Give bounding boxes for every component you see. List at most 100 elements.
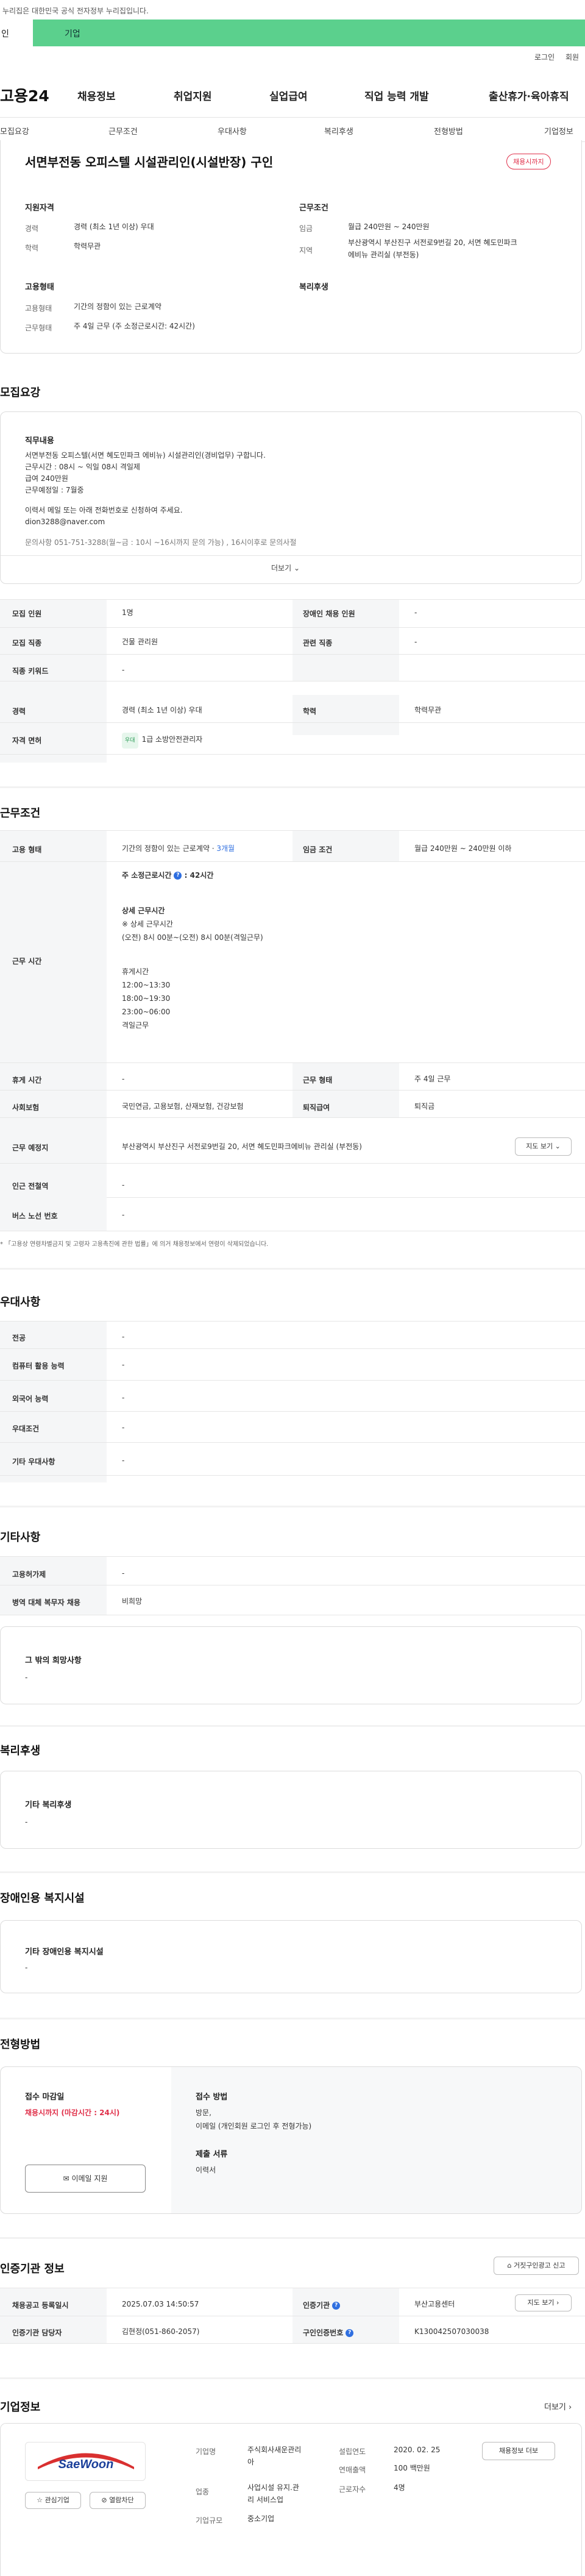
- user-type-tabbar: 인 기업: [0, 20, 585, 46]
- company-name-value-2: 아: [247, 2458, 255, 2466]
- selection-card: 접수 마감일 채용시까지 (마감시간 : 24시) ✉ 이메일 지원 접수 방법…: [0, 2066, 582, 2214]
- deadline-title: 접수 마감일: [25, 2093, 65, 2102]
- map-button[interactable]: 지도 보기 ⌄: [515, 1137, 572, 1156]
- home-icon: ⌂: [507, 2261, 512, 2269]
- industry-label: 업종: [196, 2488, 210, 2496]
- th-disabled-headcount: 장애인 채용 인원: [303, 610, 355, 618]
- chevron-down-icon: ⌄: [293, 564, 300, 572]
- mail-icon: ✉: [63, 2174, 69, 2183]
- td-career: 경력 (최소 1년 이상) 우대: [122, 706, 202, 714]
- company-name-label: 기업명: [196, 2447, 216, 2456]
- td-disabled-headcount: -: [414, 608, 417, 617]
- info-icon[interactable]: ?: [332, 2302, 341, 2310]
- favorite-company-button[interactable]: ☆ 관심기업: [25, 2492, 81, 2509]
- hours-line-1: ※ 상세 근무시간: [122, 920, 173, 928]
- gnb-item-jobs[interactable]: 채용정보: [77, 88, 116, 103]
- chevron-down-icon: ⌄: [555, 1142, 561, 1150]
- section-workcond: 근무조건: [0, 807, 41, 820]
- tab-personal[interactable]: 인: [0, 20, 33, 46]
- org-label: 인증기관: [303, 2301, 330, 2310]
- section-auth: 인증기관 정보: [0, 2263, 65, 2275]
- td-permit: -: [122, 1569, 125, 1578]
- worktype-value: 주 4일 근무 (주 소정근로시간: 42시간): [74, 322, 195, 330]
- join-link[interactable]: 회원: [566, 52, 579, 62]
- other-wish-card: 그 밖의 희망사항 -: [0, 1626, 582, 1704]
- th-reg-date: 채용공고 등록일시: [12, 2301, 69, 2310]
- duty-line-6: dion3288@naver.com: [25, 518, 105, 526]
- hours-line-5: 12:00~13:30: [122, 981, 171, 989]
- email-apply-button[interactable]: ✉ 이메일 지원: [25, 2165, 146, 2193]
- welfare-card: 기타 복리후생 -: [0, 1771, 582, 1849]
- td-job-type: 건물 관리원: [122, 638, 158, 646]
- th-bus: 버스 노선 번호: [12, 1212, 58, 1220]
- th-subway-2: 인근 전철역: [12, 1182, 49, 1190]
- site-logo[interactable]: 고용24: [0, 84, 49, 106]
- deadline-badge: 채용시까지: [506, 154, 551, 169]
- snb-company[interactable]: 기업정보: [544, 125, 573, 137]
- duty-more-button[interactable]: 더보기 ⌄: [271, 563, 300, 573]
- contract-period-link[interactable]: 3개월: [216, 844, 235, 853]
- th-emptype: 고용 형태: [12, 845, 42, 854]
- snb-pref[interactable]: 우대사항: [218, 125, 247, 137]
- td-pref-cond: -: [122, 1423, 125, 1432]
- qual-title: 지원자격: [25, 204, 54, 213]
- career-label: 경력: [25, 224, 39, 233]
- edu-value: 학력무관: [74, 242, 101, 251]
- company-more-link[interactable]: 더보기 ›: [544, 2400, 572, 2412]
- hours-line-4: 휴게시간: [122, 967, 149, 976]
- block-view-button[interactable]: ⊘ 열람차단: [90, 2492, 146, 2509]
- map-button-label: 지도 보기: [526, 1142, 553, 1150]
- snb-selection[interactable]: 전형방법: [434, 125, 463, 137]
- disabled-card: 기타 장애인용 복지시설 -: [0, 1920, 582, 1993]
- section-recruit: 모집요강: [0, 386, 41, 399]
- td-reg-date: 2025.07.03 14:50:57: [122, 2300, 199, 2308]
- company-jobs-button[interactable]: 채용정보 더보: [482, 2442, 555, 2460]
- duty-line-3: 근무예정일 : 7월중: [25, 486, 84, 494]
- th-org: 인증기관?: [303, 2300, 341, 2310]
- td-pref-other: -: [122, 1456, 125, 1465]
- gnb-item-unemployment[interactable]: 실업급여: [269, 88, 308, 103]
- false-ad-report-button[interactable]: ⌂ 거짓구인광고 신고: [494, 2257, 579, 2275]
- org-map-button[interactable]: 지도 보기 ›: [515, 2294, 572, 2311]
- snb-workcond[interactable]: 근무조건: [108, 125, 138, 137]
- info-icon[interactable]: ?: [174, 872, 182, 880]
- email-apply-label: 이메일 지원: [71, 2174, 108, 2183]
- method-value-2: 이메일 (개인회원 로그인 후 전형가능): [196, 2122, 312, 2130]
- region-value-1: 부산광역시 부산진구 서전로9번길 20, 서면 혜도민파크: [348, 238, 517, 247]
- snb-recruit[interactable]: 모집요강: [0, 125, 29, 137]
- hours-title-tail: : 42시간: [184, 871, 214, 880]
- th-license: 자격 면허: [12, 736, 42, 745]
- td-emptype: 기간의 정함이 있는 근로계약 · 3개월: [122, 842, 235, 855]
- snb-welfare[interactable]: 복리후생: [324, 125, 353, 137]
- method-value-1: 방문,: [196, 2108, 211, 2117]
- license-value: 1급 소방안전관리자: [141, 735, 203, 744]
- info-icon[interactable]: ?: [346, 2329, 354, 2337]
- welfare-title: 복리후생: [299, 283, 328, 292]
- section-pref: 우대사항: [0, 1296, 41, 1309]
- gnb-item-training[interactable]: 직업 능력 개발: [364, 88, 429, 103]
- gnb-item-leave[interactable]: 출산휴가·육아휴직: [489, 88, 569, 103]
- section-disabled: 장애인용 복지시설: [0, 1892, 85, 1905]
- th-headcount: 모집 인원: [12, 610, 42, 618]
- employees-value: 4명: [394, 2483, 405, 2492]
- gnb-item-employment[interactable]: 취업지원: [174, 88, 212, 103]
- svg-text:SaeWoon: SaeWoon: [58, 2458, 114, 2471]
- th-shift: 근무 형태: [303, 1076, 333, 1084]
- hours-line-8: 격일근무: [122, 1021, 149, 1030]
- th-military: 병역 대체 복무자 채용: [12, 1598, 80, 1607]
- th-major: 전공: [12, 1334, 26, 1342]
- size-value: 중소기업: [247, 2514, 275, 2523]
- td-related-job: -: [414, 638, 417, 646]
- login-link[interactable]: 로그인: [534, 52, 555, 62]
- td-wage: 월급 240만원 ~ 240만원 이하: [414, 844, 512, 853]
- employees-label: 근로자수: [339, 2485, 366, 2494]
- header-divider: [0, 117, 585, 118]
- hours-line-7: 23:00~06:00: [122, 1008, 171, 1016]
- td-bus: -: [122, 1211, 125, 1219]
- region-label: 지역: [299, 246, 313, 255]
- saewoon-logo-icon: SaeWoon: [38, 2453, 134, 2471]
- emptype-value: 기간의 정함이 있는 근로계약: [74, 302, 161, 311]
- emptype-text: 기간의 정함이 있는 근로계약 ·: [122, 844, 217, 853]
- td-keyword: -: [122, 666, 125, 674]
- tab-company[interactable]: 기업: [65, 27, 80, 40]
